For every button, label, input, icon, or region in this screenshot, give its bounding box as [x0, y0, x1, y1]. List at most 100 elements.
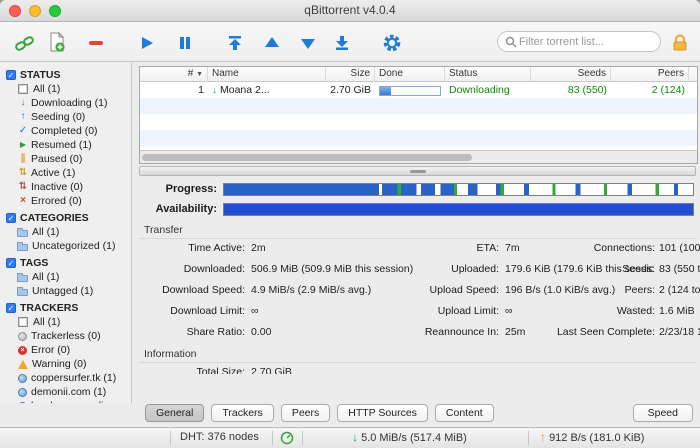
sidebar-item-seeding[interactable]: ↑ Seeding (0) [0, 110, 131, 124]
column-label: Done [379, 68, 403, 79]
speed-button[interactable]: Speed [632, 404, 693, 422]
lock-button[interactable] [668, 30, 692, 56]
column-label: Peers [657, 68, 684, 79]
move-up-button[interactable] [259, 30, 285, 56]
horizontal-scrollbar[interactable] [140, 150, 697, 163]
sidebar-item-trackers-all[interactable]: All (1) [0, 315, 131, 329]
sidebar-item-uncategorized[interactable]: Uncategorized (1) [0, 239, 131, 253]
sidebar-section-trackers[interactable]: ✓ TRACKERS [0, 301, 131, 315]
sidebar-item-tracker-leechers-paradise[interactable]: leechers-paradis... [0, 399, 131, 403]
sidebar-section-categories[interactable]: ✓ CATEGORIES [0, 211, 131, 225]
sidebar-item-untagged[interactable]: Untagged (1) [0, 284, 131, 298]
column-label: # [187, 68, 194, 79]
field-label: Total Size: [196, 366, 245, 374]
sidebar-item-label: Seeding (0) [31, 111, 86, 123]
sidebar-item-downloading[interactable]: ↓ Downloading (1) [0, 96, 131, 110]
field-label: Peers: [624, 284, 655, 296]
column-label: Size [350, 68, 370, 79]
pause-button[interactable] [172, 30, 198, 56]
cell-peers: 2 (124) [651, 84, 685, 96]
lock-icon [673, 34, 687, 51]
tab-http-sources[interactable]: HTTP Sources [337, 404, 428, 422]
column-header-status[interactable]: Status [445, 67, 531, 82]
checkbox-checked-icon[interactable]: ✓ [6, 70, 16, 80]
scrollbar-thumb[interactable] [142, 154, 472, 161]
sidebar-item-tracker-coppersurfer[interactable]: coppersurfer.tk (1) [0, 371, 131, 385]
tab-trackers[interactable]: Trackers [211, 404, 274, 422]
alt-speed-toggle[interactable] [280, 431, 294, 448]
sidebar-section-tags[interactable]: ✓ TAGS [0, 256, 131, 270]
sidebar-item-status-all[interactable]: All (1) [0, 82, 131, 96]
sidebar-item-label: Errored (0) [31, 195, 82, 207]
sidebar-item-tags-all[interactable]: All (1) [0, 270, 131, 284]
column-header-seeds[interactable]: Seeds [531, 67, 611, 82]
qbittorrent-window: qBittorrent v4.0.4 Filter torrent list..… [0, 0, 700, 448]
move-down-button[interactable] [295, 30, 321, 56]
field-label: Wasted: [616, 305, 655, 317]
sidebar-item-label: Completed (0) [31, 125, 98, 137]
sidebar-item-categories-all[interactable]: All (1) [0, 225, 131, 239]
transfer-row: Downloaded: 506.9 MiB (509.9 MiB this se… [139, 263, 700, 277]
sidebar-item-trackerless[interactable]: Trackerless (0) [0, 329, 131, 343]
sidebar-section-status[interactable]: ✓ STATUS [0, 68, 131, 82]
move-to-top-button[interactable] [222, 30, 248, 56]
panel-splitter[interactable] [139, 166, 696, 176]
sidebar-item-tracker-demonii[interactable]: demonii.com (1) [0, 385, 131, 399]
errored-icon: × [20, 195, 26, 206]
sidebar-item-tracker-error[interactable]: × Error (0) [0, 343, 131, 357]
upload-speed-text: 912 B/s (181.0 KiB) [549, 432, 645, 444]
statusbar-divider [302, 431, 303, 445]
resume-button[interactable] [134, 30, 160, 56]
checkbox-checked-icon[interactable]: ✓ [6, 258, 16, 268]
field-label: Download Limit: [170, 305, 245, 317]
download-speed-status: ↓ 5.0 MiB/s (517.4 MiB) [352, 428, 467, 448]
sidebar-item-inactive[interactable]: ⇅ Inactive (0) [0, 180, 131, 194]
column-header-size[interactable]: Size [326, 67, 375, 82]
sidebar-item-active[interactable]: ⇅ Active (1) [0, 166, 131, 180]
torrent-row[interactable]: 1 ↓ Moana 2... 2.70 GiB Downloading 83 (5… [140, 82, 697, 98]
inactive-icon: ⇅ [18, 181, 28, 192]
sidebar-item-completed[interactable]: ✓ Completed (0) [0, 124, 131, 138]
add-torrent-file-button[interactable] [44, 30, 70, 56]
tag-icon [17, 272, 28, 282]
upload-speed-status: ↑ 912 B/s (181.0 KiB) [540, 428, 644, 448]
sidebar-item-paused[interactable]: ∥ Paused (0) [0, 152, 131, 166]
progress-label: Progress: [165, 183, 217, 195]
information-section-title: Information [144, 348, 197, 360]
cell-name: ↓ Moana 2... [208, 82, 326, 98]
column-header-number[interactable]: # ▼ [140, 67, 208, 82]
availability-row: Availability: [139, 203, 700, 217]
tab-peers[interactable]: Peers [280, 404, 331, 422]
sidebar-item-label: Downloading (1) [31, 97, 108, 109]
field-label: Time Active: [188, 242, 245, 254]
tab-general[interactable]: General [145, 404, 205, 422]
arrow-to-top-icon [229, 36, 241, 50]
column-header-peers[interactable]: Peers [611, 67, 689, 82]
sidebar-item-label: Inactive (0) [31, 181, 83, 193]
availability-label: Availability: [155, 203, 217, 215]
statusbar-divider [170, 431, 171, 445]
tab-content[interactable]: Content [434, 404, 494, 422]
field-label: Downloaded: [183, 263, 245, 275]
field-value: 2 (124 total) [659, 284, 700, 296]
sidebar-item-errored[interactable]: × Errored (0) [0, 194, 131, 208]
globe-icon [18, 387, 27, 397]
done-progress-bar [379, 86, 441, 96]
search-input[interactable] [517, 34, 653, 49]
transfer-row: Download Limit: ∞ Upload Limit: ∞ Wasted… [139, 305, 700, 319]
details-tab-bar: General Trackers Peers HTTP Sources Cont… [145, 404, 494, 422]
checkbox-checked-icon[interactable]: ✓ [6, 213, 16, 223]
checkbox-checked-icon[interactable]: ✓ [6, 303, 16, 313]
transfer-row: Share Ratio: 0.00 Reannounce In: 25m Las… [139, 326, 700, 340]
sidebar-item-tracker-warning[interactable]: Warning (0) [0, 357, 131, 371]
delete-torrent-button[interactable] [83, 30, 109, 56]
column-header-name[interactable]: Name [208, 67, 326, 82]
field-label: ETA: [476, 242, 499, 254]
column-header-done[interactable]: Done [375, 67, 445, 82]
options-button[interactable] [379, 30, 405, 56]
filter-search-field[interactable] [497, 31, 661, 52]
add-torrent-link-button[interactable] [12, 30, 38, 56]
move-to-bottom-button[interactable] [329, 30, 355, 56]
sidebar-item-resumed[interactable]: ▶ Resumed (1) [0, 138, 131, 152]
globe-icon [18, 373, 27, 383]
